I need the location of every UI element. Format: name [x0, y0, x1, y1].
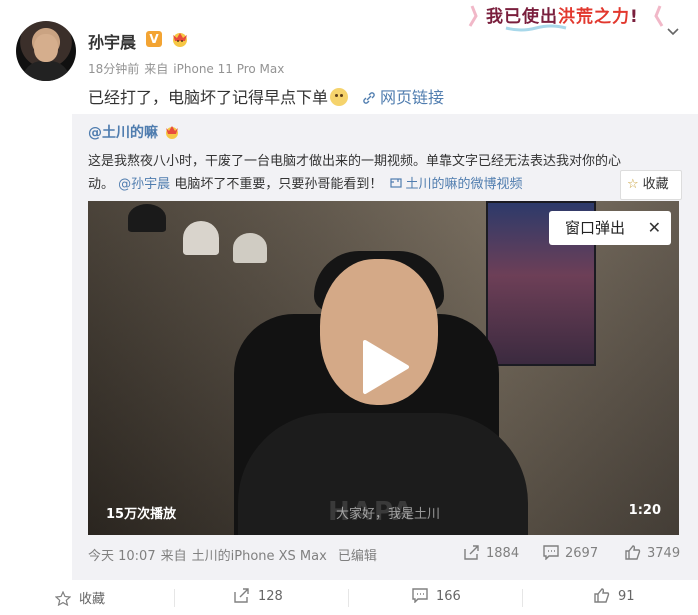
verified-icon: V: [146, 31, 162, 47]
repost-time[interactable]: 今天 10:07: [88, 549, 156, 564]
video-link[interactable]: 土川的嘛的微博视频: [390, 177, 522, 192]
post-text: 已经打了，电脑坏了记得早点下单 网页链接: [88, 84, 444, 108]
share-icon: [464, 545, 479, 560]
from-label: 来自: [160, 549, 187, 564]
divider: [174, 589, 175, 607]
repost-comment-button[interactable]: 2697: [543, 545, 598, 561]
star-icon: ☆: [627, 177, 639, 192]
video-link-label: 土川的嘛的微博视频: [405, 177, 523, 192]
repost-like-count: 3749: [647, 546, 681, 561]
repost-meta: 今天 10:07 来自 土川的iPhone XS Max 已编辑: [88, 545, 382, 564]
divider: [522, 589, 523, 607]
close-icon[interactable]: ✕: [648, 211, 661, 245]
link-icon: [363, 92, 375, 104]
comment-action[interactable]: 166: [412, 588, 461, 604]
avatar[interactable]: [16, 21, 76, 81]
popout-label: 窗口弹出: [565, 219, 626, 237]
repost-source: 土川的iPhone XS Max: [191, 549, 327, 564]
like-action-count: 91: [618, 589, 635, 604]
thumbs-up-icon: [625, 545, 641, 560]
edited-label[interactable]: 已编辑: [338, 549, 377, 564]
repost-action-count: 128: [258, 589, 283, 604]
repost-comment-count: 2697: [565, 546, 599, 561]
banner-text-a: 我已使出: [486, 7, 558, 27]
comment-action-count: 166: [436, 589, 461, 604]
comment-icon: [412, 588, 428, 604]
repost-author[interactable]: @土川的嘛: [88, 122, 158, 142]
video-duration: 1:20: [628, 503, 661, 518]
cap-decoration: [233, 233, 267, 263]
repost-like-button[interactable]: 3749: [625, 545, 680, 561]
cap-decoration: [128, 204, 166, 232]
smile-emoji-icon: [330, 88, 349, 106]
collect-action-label: 收藏: [79, 592, 106, 607]
video-subtitle: 大家好，我是土川: [336, 507, 441, 522]
like-action[interactable]: 91: [594, 588, 635, 604]
promo-banner: 我已使出洪荒之力!: [466, 2, 666, 32]
collect-label: 收藏: [642, 177, 669, 192]
play-icon[interactable]: [359, 338, 411, 396]
star-icon: [54, 590, 72, 607]
repost-share-count: 1884: [486, 546, 520, 561]
repost-text-line2b: 电脑坏了不重要，只要孙哥能看到！: [174, 177, 383, 192]
post-time[interactable]: 18分钟前: [88, 62, 139, 76]
banner-text-b: 洪荒之力: [558, 7, 630, 27]
repost-share-button[interactable]: 1884: [464, 545, 519, 561]
share-icon: [234, 588, 249, 603]
play-count: 15万次播放: [106, 507, 177, 522]
post-body: 已经打了，电脑坏了记得早点下单: [88, 88, 329, 107]
repost-text: 这是我熬夜八小时，干废了一台电脑才做出来的一期视频。单靠文字已经无法表达我对你的…: [88, 150, 678, 196]
vip-crown-icon: [163, 124, 181, 140]
author-name[interactable]: 孙宇晨: [88, 29, 136, 53]
post-meta: 18分钟前 来自 iPhone 11 Pro Max: [88, 60, 289, 77]
collect-action[interactable]: 收藏: [54, 588, 106, 607]
video-player[interactable]: HAPA 窗口弹出 ✕ 15万次播放 大家好，我是土川 1:20: [88, 201, 679, 535]
banner-text-c: !: [630, 7, 639, 27]
post-device: iPhone 11 Pro Max: [173, 62, 285, 76]
video-icon: [390, 178, 403, 188]
chevron-down-icon[interactable]: [666, 22, 680, 36]
vip-crown-icon: [170, 30, 190, 48]
mention-link[interactable]: @孙宇晨: [118, 177, 170, 192]
popout-window-button[interactable]: 窗口弹出 ✕: [549, 211, 671, 245]
repost-text-line2a: 动。: [88, 177, 115, 192]
from-label: 来自: [144, 62, 169, 76]
comment-icon: [543, 545, 559, 561]
repost-text-line1: 这是我熬夜八小时，干废了一台电脑才做出来的一期视频。单靠文字已经无法表达我对你的…: [88, 154, 622, 169]
thumbs-up-icon: [594, 588, 610, 603]
collect-button[interactable]: ☆ 收藏: [620, 170, 682, 200]
web-link-label: 网页链接: [380, 88, 445, 107]
cap-decoration: [183, 221, 219, 255]
divider: [348, 589, 349, 607]
repost-action[interactable]: 128: [234, 588, 283, 604]
web-link[interactable]: 网页链接: [362, 88, 444, 107]
